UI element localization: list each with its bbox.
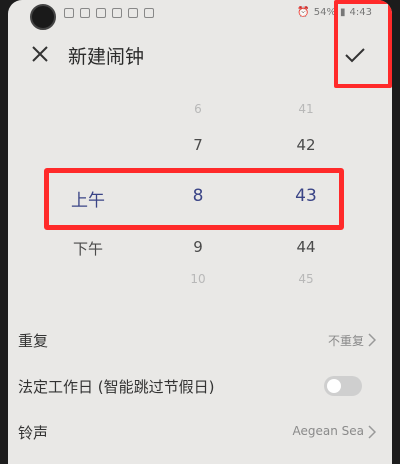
alarm-icon: ⏰	[297, 7, 310, 18]
ringtone-label: 铃声	[18, 424, 49, 442]
hour-option: 10	[190, 272, 206, 286]
shield-icon	[128, 8, 138, 18]
minute-option: 42	[296, 136, 316, 154]
battery-level: 54%	[313, 7, 337, 18]
repeat-label: 重复	[18, 332, 49, 350]
app-icon	[144, 8, 154, 18]
close-button[interactable]	[28, 42, 52, 66]
sim-icon	[64, 8, 74, 18]
chevron-right-icon	[368, 425, 376, 439]
chevron-right-icon	[368, 333, 376, 347]
repeat-value: 不重复	[327, 334, 364, 348]
hour-option: 7	[193, 136, 203, 154]
phone-screen: ⏰ 54% ▮ 4:43 新建闹钟 上午 下午 6 7 8 9 10 41 42…	[8, 0, 392, 464]
storage-icon	[112, 8, 122, 18]
minute-option: 41	[298, 102, 314, 116]
ringtone-value: Aegean Sea	[292, 424, 364, 438]
minute-option: 45	[298, 272, 314, 286]
hour-option: 6	[194, 102, 202, 116]
workday-row: 法定工作日 (智能跳过节假日)	[8, 364, 392, 410]
hour-option: 9	[193, 238, 203, 256]
highlight-box-confirm	[334, 0, 392, 88]
toggle-knob	[327, 379, 341, 393]
repeat-row[interactable]: 重复 不重复	[8, 318, 392, 364]
ampm-option: 下午	[72, 240, 103, 258]
workday-toggle[interactable]	[324, 376, 362, 396]
settings-list: 重复 不重复 法定工作日 (智能跳过节假日) 铃声 Aegean Sea	[8, 318, 392, 456]
close-icon	[32, 46, 48, 62]
page-title: 新建闹钟	[68, 46, 145, 68]
wifi-icon	[80, 8, 90, 18]
notification-icon	[96, 8, 106, 18]
workday-label: 法定工作日 (智能跳过节假日)	[18, 378, 215, 396]
status-icons	[64, 8, 154, 18]
minute-option: 44	[296, 238, 316, 256]
highlight-box-selected-time	[44, 168, 344, 230]
camera-cutout	[30, 4, 56, 30]
ringtone-row[interactable]: 铃声 Aegean Sea	[8, 410, 392, 456]
